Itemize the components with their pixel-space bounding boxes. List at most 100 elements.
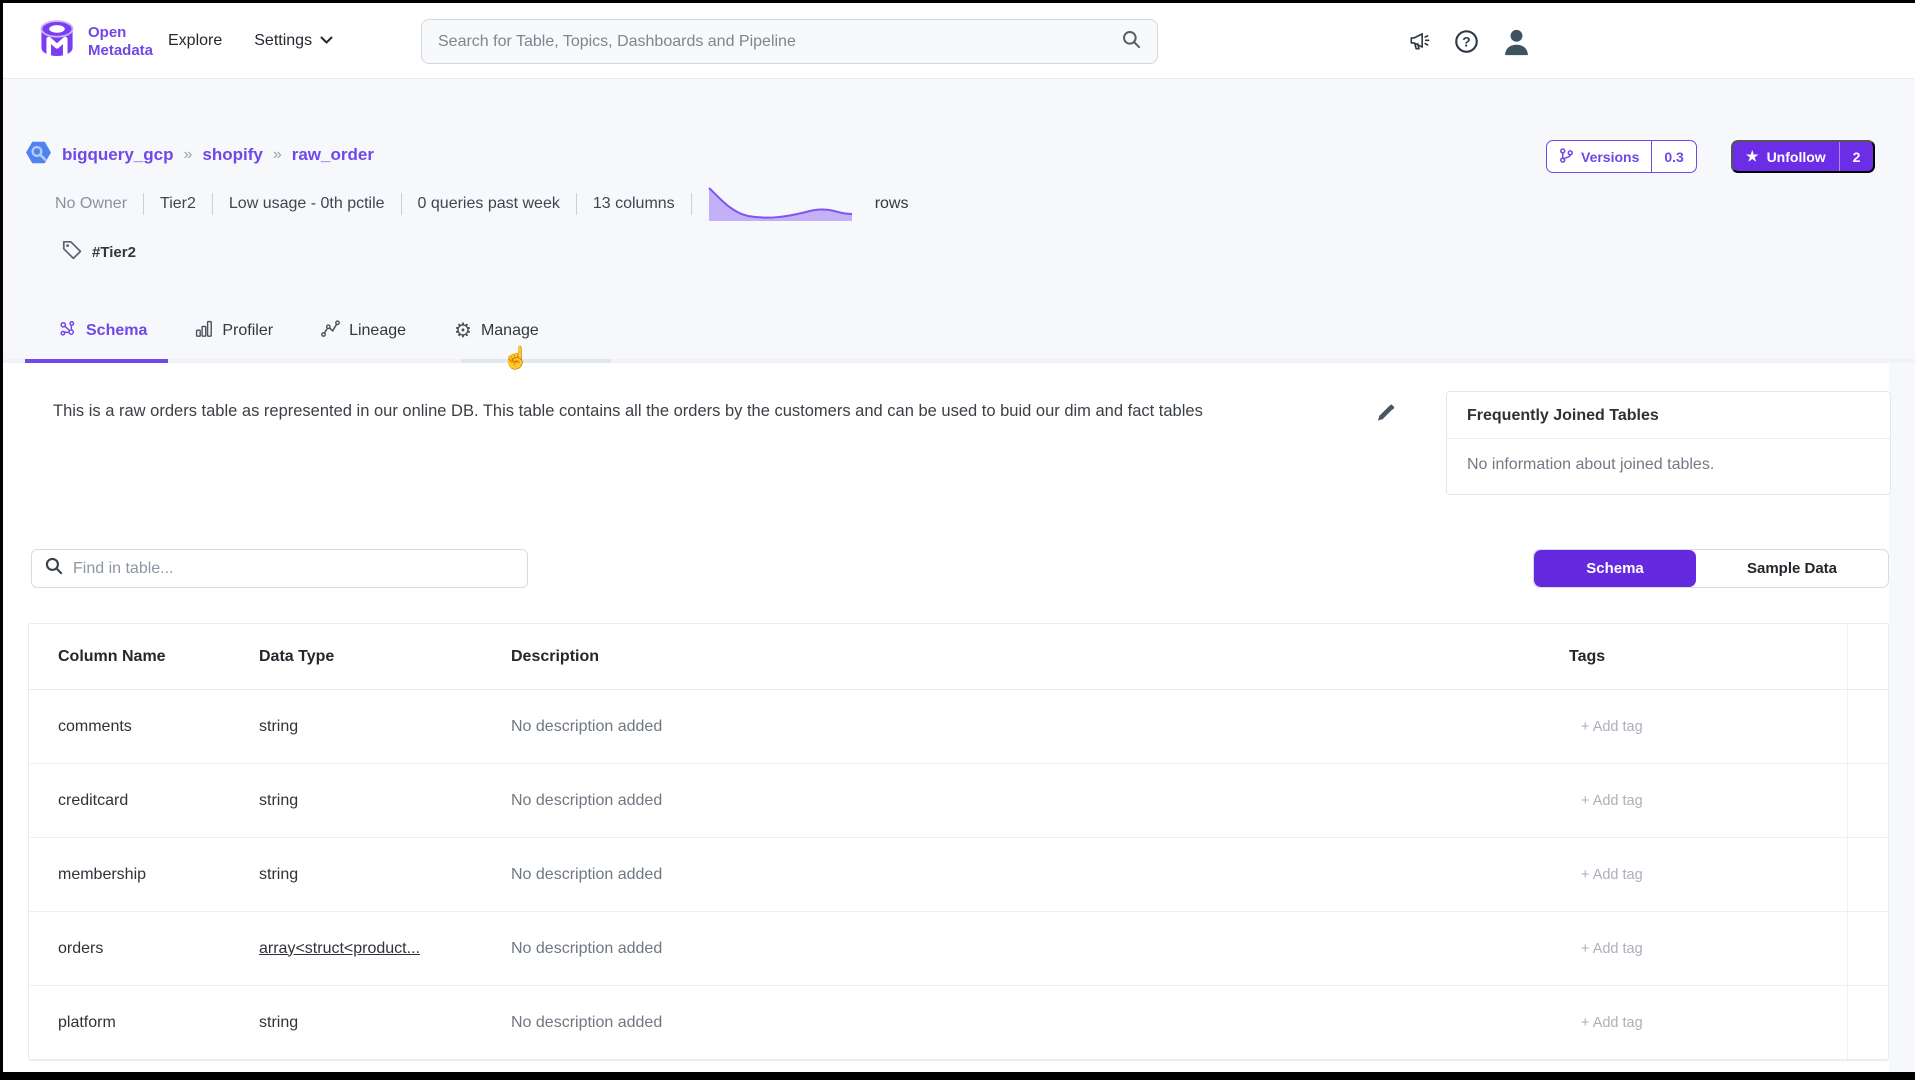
versions-button[interactable]: Versions 0.3 [1546,140,1697,173]
column-name-cell: comments [58,718,259,736]
find-in-table-input[interactable] [73,560,514,578]
divider [143,193,144,215]
follower-count-badge: 2 [1839,142,1874,171]
data-type-cell: string [259,718,511,736]
header-tags: Tags [1569,648,1888,666]
schema-sample-toggle: Schema Sample Data [1533,549,1889,588]
add-tag-button[interactable]: + Add tag [1569,1015,1888,1031]
help-icon[interactable]: ? [1454,29,1479,54]
stat-usage: Low usage - 0th pctile [229,195,385,213]
schema-tab-icon [58,320,77,343]
nav-explore[interactable]: Explore [168,32,222,50]
table-description: This is a raw orders table as represente… [53,398,1348,424]
stat-owner: No Owner [55,195,127,213]
columns-table: Column Name Data Type Description Tags c… [28,623,1889,1061]
column-name-cell: platform [58,1014,259,1032]
stat-tier: Tier2 [160,195,196,213]
edit-description-pencil-icon[interactable] [1377,403,1396,427]
table-row: orders array<struct<product... No descri… [29,912,1888,986]
tag-icon [61,239,82,265]
description-cell: No description added [511,866,1569,884]
description-cell: No description added [511,1014,1569,1032]
divider [212,193,213,215]
breadcrumb-service[interactable]: bigquery_gcp [62,145,173,165]
data-type-cell: string [259,792,511,810]
user-avatar[interactable] [1501,26,1532,57]
data-type-cell: string [259,1014,511,1032]
tab-lineage[interactable]: Lineage [321,320,406,342]
tag-label: #Tier2 [92,244,136,261]
data-type-link[interactable]: array<struct<product... [259,940,511,958]
tab-manage[interactable]: ⚙ Manage [454,321,539,341]
tier-tag[interactable]: #Tier2 [61,239,136,265]
toggle-sample-data[interactable]: Sample Data [1696,550,1888,587]
fjt-title: Frequently Joined Tables [1447,392,1890,439]
lineage-tab-icon [321,320,340,342]
nav-settings[interactable]: Settings [254,32,333,50]
main-nav: Explore Settings [168,3,333,79]
description-cell: No description added [511,718,1569,736]
description-cell: No description added [511,792,1569,810]
global-search [421,19,1158,64]
openmetadata-logo-icon [35,17,79,66]
brand[interactable]: Open Metadata [35,17,153,66]
table-row: membership string No description added +… [29,838,1888,912]
nav-icons: ? [1408,3,1532,79]
chevron-down-icon [320,32,333,50]
table-row: platform string No description added + A… [29,986,1888,1060]
tab-profiler[interactable]: Profiler [195,320,273,343]
data-type-cell: string [259,866,511,884]
breadcrumb: bigquery_gcp » shopify » raw_order [25,139,374,171]
versions-icon [1559,147,1574,167]
add-tag-button[interactable]: + Add tag [1569,719,1888,735]
add-tag-button[interactable]: + Add tag [1569,867,1888,883]
svg-text:?: ? [1462,34,1470,49]
breadcrumb-separator: » [273,146,282,164]
divider [401,193,402,215]
page: Open Metadata Explore Settings [3,3,1915,1072]
top-navbar: Open Metadata Explore Settings [3,3,1915,79]
column-divider [1847,624,1848,1060]
column-name-cell: creditcard [58,792,259,810]
stat-columns: 13 columns [593,195,675,213]
app-window: Open Metadata Explore Settings [0,0,1915,1080]
stat-queries: 0 queries past week [418,195,560,213]
unfollow-button[interactable]: ★ Unfollow 2 [1731,140,1875,173]
header-data-type: Data Type [259,648,511,666]
schema-content: This is a raw orders table as represente… [3,363,1889,1072]
find-search-icon [45,557,63,580]
header-description: Description [511,648,1569,666]
search-icon[interactable] [1122,30,1141,54]
bigquery-icon [25,139,52,171]
announcements-megaphone-icon[interactable] [1408,30,1432,52]
tab-schema-label: Schema [86,322,147,340]
mouse-cursor-icon: ☝ [502,345,529,371]
add-tag-button[interactable]: + Add tag [1569,941,1888,957]
global-search-input[interactable] [438,33,1122,51]
tab-profiler-label: Profiler [222,322,273,340]
header-column-name: Column Name [58,648,259,666]
entity-stats: No Owner Tier2 Low usage - 0th pctile 0 … [55,187,908,221]
add-tag-button[interactable]: + Add tag [1569,793,1888,809]
rows-label: rows [875,195,909,213]
table-header-row: Column Name Data Type Description Tags [29,624,1888,690]
version-number-badge: 0.3 [1651,141,1695,172]
fjt-empty-message: No information about joined tables. [1447,439,1890,494]
toggle-schema[interactable]: Schema [1534,550,1696,587]
entity-tabs: Schema Profiler Lineage [58,313,539,349]
manage-gear-icon: ⚙ [454,321,472,341]
table-row: comments string No description added + A… [29,690,1888,764]
divider [691,193,692,215]
divider [576,193,577,215]
star-icon: ★ [1746,148,1759,165]
brand-text: Open Metadata [88,24,153,59]
unfollow-label: Unfollow [1767,149,1826,165]
tab-lineage-label: Lineage [349,322,406,340]
table-row: creditcard string No description added +… [29,764,1888,838]
breadcrumb-table[interactable]: raw_order [292,145,374,165]
tab-schema[interactable]: Schema [58,320,147,343]
breadcrumb-database[interactable]: shopify [202,145,262,165]
rows-sparkline-chart [708,184,853,224]
versions-label: Versions [1581,149,1639,165]
column-name-cell: membership [58,866,259,884]
